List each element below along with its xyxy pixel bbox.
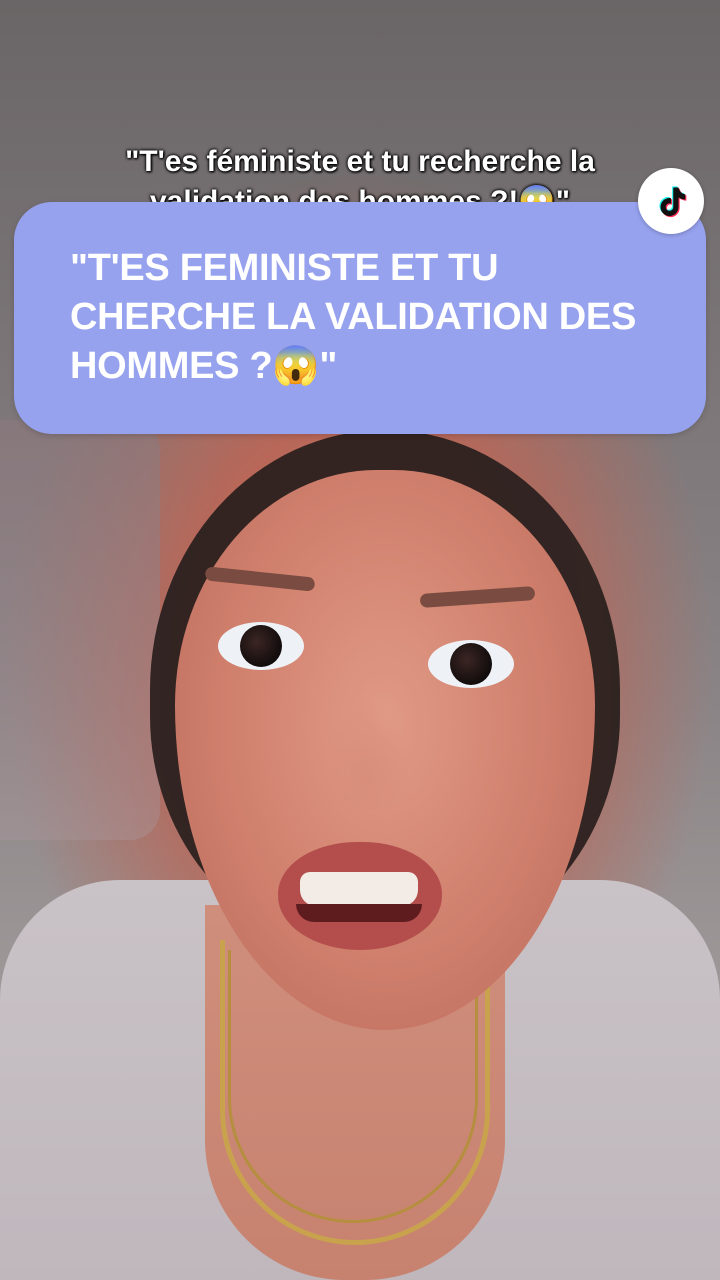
question-card: "T'ES FEMINISTE ET TU CHERCHE LA VALIDAT… [14, 202, 706, 434]
right-pupil [450, 643, 492, 685]
left-eye [218, 622, 304, 670]
caption-line-1: "T'es féministe et tu recherche la [125, 145, 595, 178]
tiktok-logo-icon [659, 186, 687, 218]
background-wall [0, 420, 160, 840]
question-text: "T'ES FEMINISTE ET TU CHERCHE LA VALIDAT… [70, 247, 637, 387]
right-eye [428, 640, 514, 688]
tiktok-badge[interactable] [638, 168, 704, 234]
teeth [300, 872, 418, 906]
left-pupil [240, 625, 282, 667]
nose [320, 700, 410, 810]
inner-mouth [296, 904, 422, 922]
